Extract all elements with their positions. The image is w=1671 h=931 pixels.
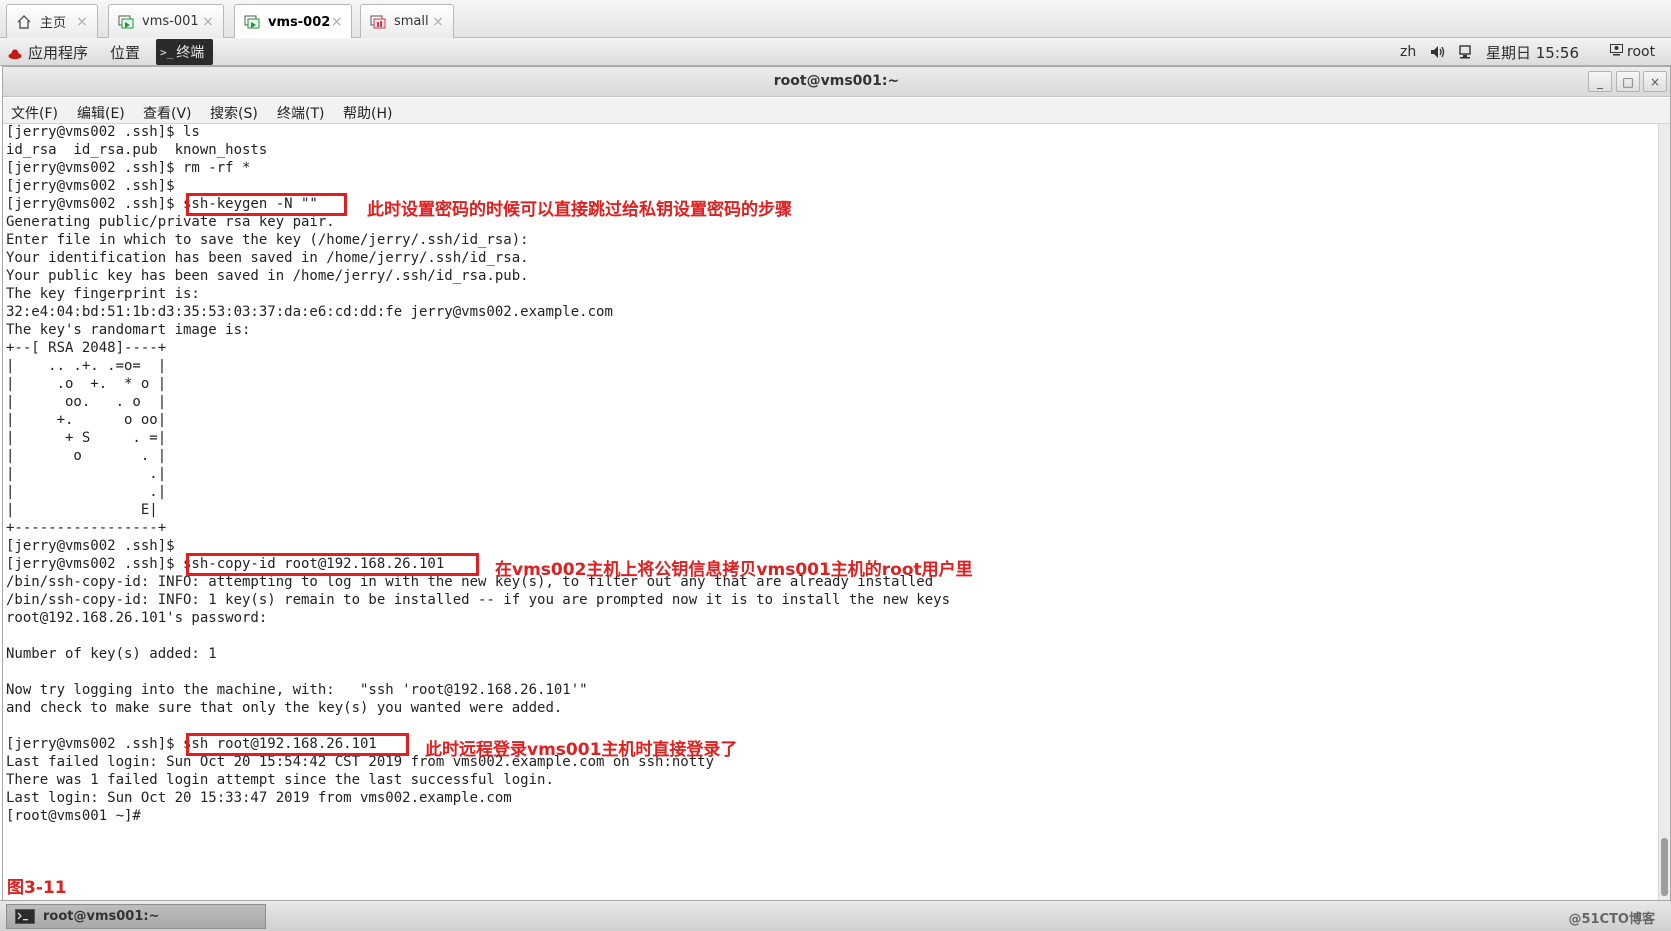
- terminal-line: Number of key(s) added: 1: [6, 646, 217, 662]
- menu-view[interactable]: 查看(V): [143, 103, 192, 123]
- terminal-line: and check to make sure that only the key…: [6, 700, 563, 716]
- taskbar-terminal-label: root@vms001:~: [43, 909, 160, 924]
- vm-tab-label: vms-002: [268, 14, 331, 30]
- terminal-line: id_rsa id_rsa.pub known_hosts: [6, 142, 268, 158]
- minimize-button[interactable]: _: [1588, 71, 1612, 92]
- terminal-line: | .|: [6, 466, 167, 482]
- terminal-line: | +. o oo|: [6, 412, 167, 428]
- vm-tab-label: small: [394, 14, 429, 29]
- vm-icon: [243, 13, 261, 31]
- terminal-line: The key fingerprint is:: [6, 286, 200, 302]
- highlight-ssh-copy-id: [186, 553, 479, 576]
- vm-tab-label: 主页: [40, 16, 67, 31]
- window-titlebar[interactable]: root@vms001:~ _ □ ×: [3, 67, 1670, 97]
- terminal-line: | E|: [6, 502, 158, 518]
- user-icon: [1610, 44, 1623, 60]
- minimize-icon: _: [1597, 74, 1603, 89]
- vm-icon: [117, 13, 135, 31]
- terminal-line: | oo. . o |: [6, 394, 167, 410]
- terminal-line: [jerry@vms002 .ssh]$: [6, 178, 175, 194]
- redhat-icon: [8, 46, 22, 60]
- terminal-line: Generating public/private rsa key pair.: [6, 214, 335, 230]
- annotation-ssh-login: 此时远程登录vms001主机时直接登录了: [425, 740, 738, 760]
- clock[interactable]: 星期日 15:56: [1486, 41, 1579, 63]
- terminal-line: [jerry@vms002 .ssh]$: [6, 538, 175, 554]
- terminal-icon: [15, 909, 35, 924]
- close-icon[interactable]: ×: [431, 14, 445, 30]
- terminal-line: | o . |: [6, 448, 167, 464]
- user-menu[interactable]: root: [1610, 41, 1655, 63]
- applications-label: 应用程序: [28, 43, 89, 62]
- taskbar-terminal-item[interactable]: root@vms001:~: [6, 904, 266, 929]
- terminal-line: Enter file in which to save the key (/ho…: [6, 232, 529, 248]
- vm-tab-small[interactable]: small ×: [360, 4, 454, 38]
- terminal-line: | .|: [6, 484, 167, 500]
- vm-tab-home[interactable]: 主页 ×: [6, 4, 98, 38]
- terminal-window: root@vms001:~ _ □ × 文件(F) 编辑(E) 查看(V) 搜索…: [2, 66, 1671, 900]
- menu-help[interactable]: 帮助(H): [343, 103, 392, 123]
- window-title: root@vms001:~: [773, 73, 900, 89]
- input-method-label: zh: [1400, 44, 1417, 60]
- terminal-line: | .. .+. .=o= |: [6, 358, 167, 374]
- terminal-scrollbar[interactable]: [1658, 124, 1670, 900]
- vm-tab-label: vms-001: [142, 14, 199, 29]
- menu-search[interactable]: 搜索(S): [210, 103, 258, 123]
- home-icon: [15, 13, 33, 31]
- terminal-line: [jerry@vms002 .ssh]$ rm -rf *: [6, 160, 251, 176]
- vm-tab-vms-001[interactable]: vms-001 ×: [108, 4, 224, 38]
- watermark: @51CTO博客: [1568, 912, 1655, 927]
- terminal-line: There was 1 failed login attempt since t…: [6, 772, 554, 788]
- clock-label: 星期日 15:56: [1486, 43, 1579, 62]
- terminal-line: Now try logging into the machine, with: …: [6, 682, 588, 698]
- annotation-ssh-copy-id: 在vms002主机上将公钥信息拷贝vms001主机的root用户里: [495, 560, 973, 580]
- close-icon[interactable]: ×: [201, 14, 215, 30]
- vm-tab-vms-002[interactable]: vms-002 ×: [234, 4, 352, 39]
- terminal-launcher-label: 终端: [176, 45, 205, 61]
- menu-file[interactable]: 文件(F): [11, 103, 58, 123]
- terminal-line: [jerry@vms002 .ssh]$ ls: [6, 124, 200, 140]
- network-icon[interactable]: [1458, 41, 1472, 63]
- menu-edit[interactable]: 编辑(E): [77, 103, 125, 123]
- close-button[interactable]: ×: [1643, 71, 1667, 92]
- maximize-icon: □: [1622, 74, 1634, 89]
- terminal-line: The key's randomart image is:: [6, 322, 251, 338]
- terminal-launcher[interactable]: >_ 终端: [156, 39, 213, 65]
- figure-label: 图3-11: [7, 878, 67, 898]
- gnome-top-bar: 应用程序 位置 >_ 终端 zh 星期日 15:56 root: [0, 38, 1671, 66]
- volume-icon[interactable]: [1430, 41, 1446, 63]
- vm-tab-bar: 主页 × vms-001 × vms-002 × small ×: [0, 0, 1671, 39]
- terminal-line: /bin/ssh-copy-id: INFO: 1 key(s) remain …: [6, 592, 951, 608]
- terminal-menubar: 文件(F) 编辑(E) 查看(V) 搜索(S) 终端(T) 帮助(H): [3, 98, 1670, 124]
- bottom-taskbar: root@vms001:~ @51CTO博客: [0, 900, 1671, 931]
- scrollbar-thumb[interactable]: [1661, 838, 1668, 896]
- menu-terminal[interactable]: 终端(T): [277, 103, 324, 123]
- terminal-line: root@192.168.26.101's password:: [6, 610, 268, 626]
- terminal-output[interactable]: [jerry@vms002 .ssh]$ ls id_rsa id_rsa.pu…: [3, 124, 1659, 900]
- terminal-line: | .o +. * o |: [6, 376, 167, 392]
- close-icon[interactable]: ×: [330, 14, 343, 30]
- terminal-icon: >_: [160, 45, 174, 59]
- user-label: root: [1627, 44, 1656, 60]
- highlight-ssh-login: [186, 733, 409, 756]
- terminal-line: 32:e4:04:bd:51:1b:d3:35:53:03:37:da:e6:c…: [6, 304, 613, 320]
- vm-icon: [369, 13, 387, 31]
- input-method-indicator[interactable]: zh: [1400, 41, 1416, 63]
- places-label: 位置: [110, 43, 141, 62]
- applications-menu[interactable]: 应用程序: [8, 41, 88, 63]
- places-menu[interactable]: 位置: [110, 41, 140, 63]
- terminal-line: | + S . =|: [6, 430, 167, 446]
- highlight-ssh-keygen: [186, 193, 347, 216]
- terminal-line: +--[ RSA 2048]----+: [6, 340, 167, 356]
- close-icon[interactable]: ×: [75, 14, 89, 30]
- terminal-line: Last login: Sun Oct 20 15:33:47 2019 fro…: [6, 790, 512, 806]
- terminal-line: +-----------------+: [6, 520, 167, 536]
- terminal-line: Your public key has been saved in /home/…: [6, 268, 529, 284]
- terminal-line: Your identification has been saved in /h…: [6, 250, 529, 266]
- maximize-button[interactable]: □: [1616, 71, 1640, 92]
- annotation-ssh-keygen: 此时设置密码的时候可以直接跳过给私钥设置密码的步骤: [367, 200, 792, 220]
- terminal-line: [root@vms001 ~]#: [6, 808, 141, 824]
- close-icon: ×: [1649, 74, 1661, 89]
